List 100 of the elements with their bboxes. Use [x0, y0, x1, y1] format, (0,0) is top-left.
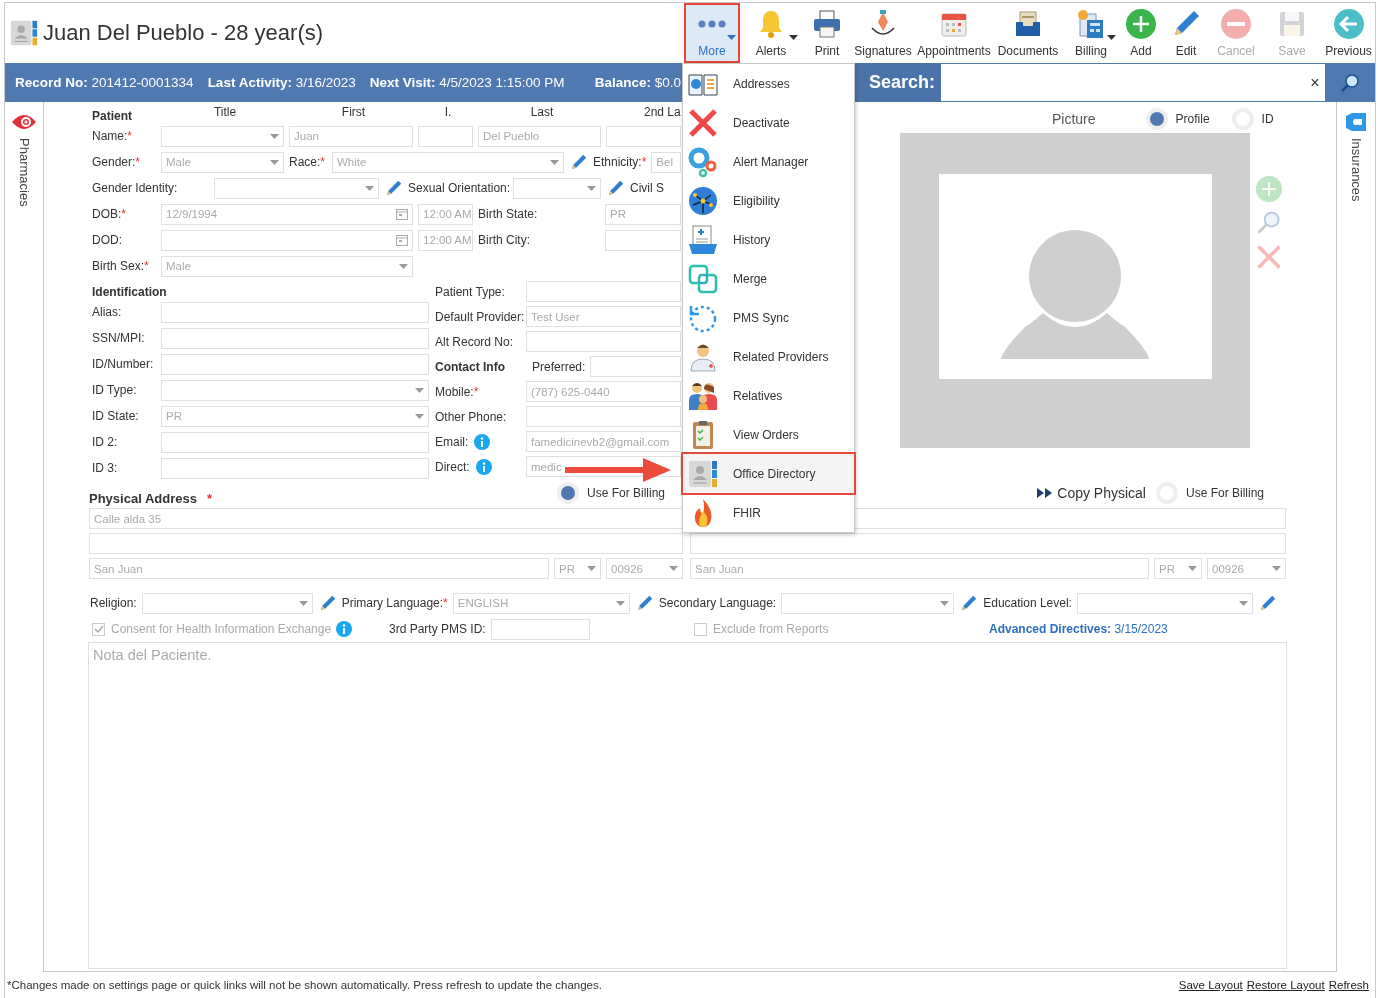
text-field[interactable]	[590, 356, 681, 377]
side-tab[interactable]: Insurances	[1337, 102, 1375, 972]
text-field[interactable]	[526, 406, 681, 427]
radio-button[interactable]: Use For Billing	[1155, 481, 1286, 504]
text-field[interactable]	[526, 331, 681, 352]
menu-item[interactable]: View Orders	[683, 415, 854, 454]
search-label: Search:	[852, 63, 942, 102]
date-field[interactable]	[161, 229, 413, 251]
menu-item[interactable]: Alert Manager	[683, 142, 854, 181]
column-heading: Title	[212, 105, 238, 119]
dropdown[interactable]	[513, 177, 601, 199]
caret-icon	[550, 159, 559, 165]
gear-icon	[687, 145, 719, 178]
info-icon[interactable]	[474, 433, 491, 450]
field-label: Direct:	[435, 459, 470, 474]
field-label: Ethnicity:*	[593, 155, 647, 169]
field-label: DOB:*	[92, 207, 127, 221]
section-heading: Picture	[1052, 111, 1096, 127]
radio-button[interactable]: Profile	[1145, 108, 1210, 130]
eye-icon	[11, 112, 37, 132]
contact-card-icon	[9, 18, 39, 48]
merge-icon	[687, 262, 719, 295]
text-field[interactable]	[526, 281, 681, 302]
menu-item[interactable]: PMS Sync	[683, 298, 854, 337]
side-tab[interactable]: Pharmacies	[5, 102, 43, 972]
side-tab-label: Pharmacies	[16, 138, 32, 207]
menu-item[interactable]: Eligibility	[683, 181, 854, 220]
caret-icon	[587, 185, 596, 191]
toolbar-button[interactable]: Previous	[1322, 3, 1375, 63]
field-label: Civil S	[630, 181, 664, 195]
toolbar-button[interactable]: Billing	[1062, 3, 1120, 63]
toolbar-button[interactable]: More	[684, 3, 740, 63]
menu-item[interactable]: Addresses	[683, 64, 854, 103]
delete-icon[interactable]	[1255, 243, 1283, 271]
toolbar-button[interactable]: Print	[802, 3, 852, 63]
text-field[interactable]	[490, 618, 590, 640]
text-field[interactable]	[161, 431, 429, 453]
menu-item[interactable]: Deactivate	[683, 103, 854, 142]
field-label: Email:	[435, 434, 469, 449]
footer-link[interactable]: Save Layout	[1178, 979, 1243, 991]
text-field[interactable]	[161, 353, 429, 375]
menu-item[interactable]: History	[683, 220, 854, 259]
search-field[interactable]	[941, 64, 1305, 101]
toolbar-button[interactable]: Add	[1120, 3, 1162, 63]
column-heading: I.	[443, 105, 453, 119]
calendar-icon	[396, 208, 408, 220]
title-dropdown[interactable]	[161, 125, 284, 147]
address-field[interactable]	[89, 533, 683, 554]
text-field[interactable]	[605, 229, 681, 251]
field-label: Gender Identity:	[92, 181, 179, 195]
text-field[interactable]	[161, 301, 429, 323]
field-label: DOD:	[92, 233, 123, 247]
text-field[interactable]	[161, 457, 429, 479]
pencil-icon[interactable]	[606, 178, 625, 198]
menu-item[interactable]: Related Providers	[683, 337, 854, 376]
caret-icon	[270, 159, 279, 165]
copy-physical-button[interactable]: Copy Physical	[1037, 484, 1146, 501]
toolbar-button[interactable]: Appointments	[914, 3, 994, 63]
add-icon[interactable]	[1255, 175, 1283, 203]
pencil-icon[interactable]	[384, 178, 403, 198]
pencil-icon[interactable]	[569, 152, 588, 172]
field-label: ID 3:	[92, 461, 119, 475]
info-icon[interactable]	[336, 621, 353, 637]
field-label: Birth State:	[478, 207, 539, 221]
clear-button[interactable]: ×	[1305, 64, 1325, 101]
field-label: Education Level:	[983, 596, 1072, 610]
caret-icon	[1107, 35, 1116, 40]
radio-button[interactable]: Use For Billing	[556, 481, 683, 504]
field-label: Primary Language:*	[341, 596, 448, 610]
field-label: 3rd Party PMS ID:	[389, 622, 486, 636]
toolbar-button[interactable]: Alerts	[740, 3, 802, 63]
notes-field[interactable]: Nota del Paciente.	[88, 642, 1287, 969]
pencil-icon[interactable]	[959, 593, 979, 613]
dropdown[interactable]	[161, 379, 429, 401]
toolbar-button[interactable]: Documents	[994, 3, 1062, 63]
field-label: Alt Record No:	[435, 334, 515, 349]
toolbar-button[interactable]: Edit	[1162, 3, 1210, 63]
menu-item[interactable]: Merge	[683, 259, 854, 298]
field-label: Preferred:	[532, 359, 586, 374]
caret-icon	[615, 600, 625, 606]
section-heading: Identification	[92, 285, 167, 299]
advanced-directives-link[interactable]: Advanced Directives: 3/15/2023	[989, 622, 1336, 636]
field-label: Mobile:*	[435, 384, 479, 399]
menu-item[interactable]: Relatives	[683, 376, 854, 415]
address-field[interactable]	[690, 533, 1286, 554]
text-field[interactable]	[161, 327, 429, 349]
footer-link[interactable]: Restore Layout	[1246, 979, 1325, 991]
caret-icon	[727, 35, 736, 40]
dropdown[interactable]	[214, 177, 379, 199]
menu-item[interactable]: Office Directory	[683, 454, 854, 493]
info-icon[interactable]	[475, 458, 492, 475]
text-field[interactable]	[418, 125, 473, 147]
footer-link[interactable]: Refresh	[1328, 979, 1369, 991]
caret-icon	[587, 566, 596, 571]
column-heading: 2nd La	[643, 105, 681, 119]
text-field[interactable]	[606, 125, 681, 147]
field-label: Religion:	[90, 596, 137, 610]
field-label: ID 2:	[92, 435, 119, 449]
menu-item[interactable]: FHIR	[683, 493, 854, 532]
toolbar-button[interactable]: Signatures	[852, 3, 914, 63]
